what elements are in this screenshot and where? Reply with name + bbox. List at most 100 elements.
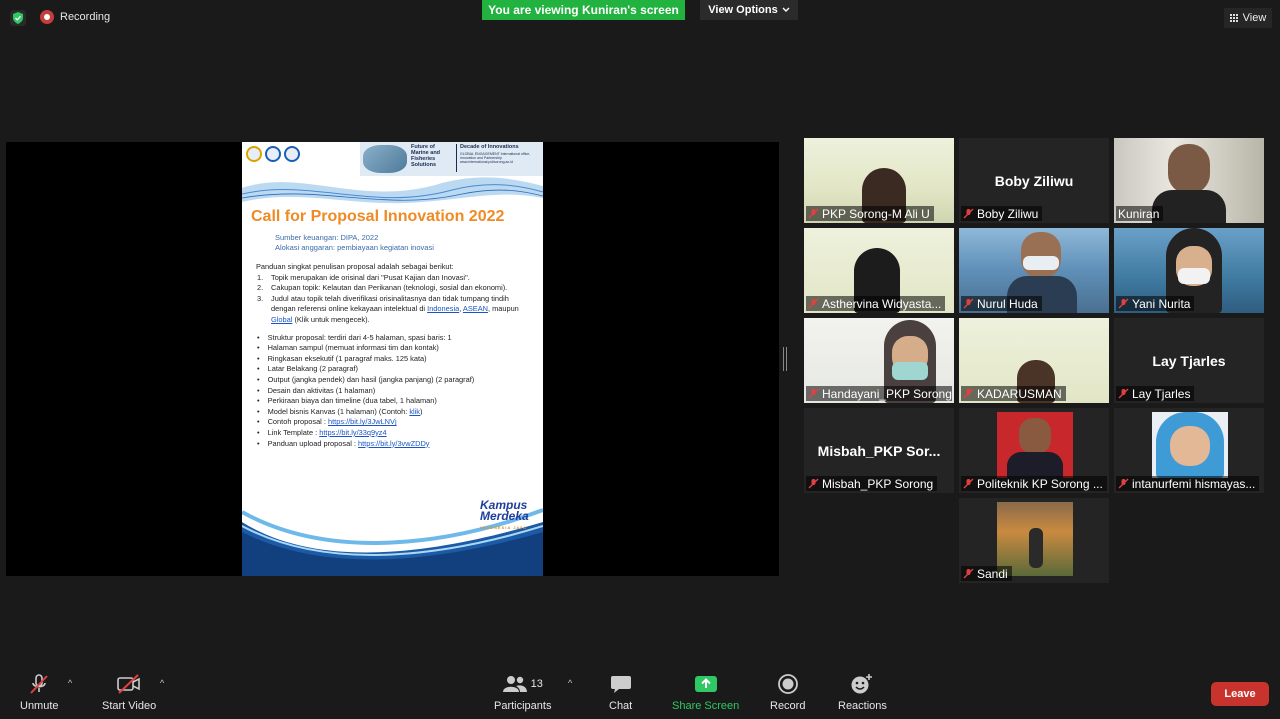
chat-icon xyxy=(610,672,632,696)
mic-muted-icon xyxy=(1118,388,1129,399)
participant-tile[interactable]: Sandi xyxy=(959,498,1109,583)
banner-right-sub: GLOBAL ENGAGEMENT International office, … xyxy=(460,152,531,164)
list-item: Model bisnis Kanvas (1 halaman) (Contoh:… xyxy=(257,407,534,418)
participant-figure xyxy=(1029,528,1043,568)
record-label: Record xyxy=(770,700,806,712)
poster-funding: Sumber keuangan: DIPA, 2022 xyxy=(275,233,379,242)
poster-body: Panduan singkat penulisan proposal adala… xyxy=(256,262,534,449)
view-layout-button[interactable]: View xyxy=(1224,8,1272,28)
proposal-example-link[interactable]: https://bit.ly/3JwLNVj xyxy=(328,417,397,426)
mic-muted-icon xyxy=(963,298,974,309)
poster-bullet-list: Struktur proposal: terdiri dari 4-5 hala… xyxy=(257,333,534,450)
recording-dot-icon xyxy=(40,10,54,24)
participant-name-label: Yani Nurita xyxy=(1116,296,1195,311)
record-button[interactable]: Record xyxy=(770,672,805,712)
recording-label: Recording xyxy=(60,11,111,23)
audio-options-chevron-icon[interactable]: ^ xyxy=(68,678,72,688)
mic-muted-icon xyxy=(1118,298,1129,309)
record-icon xyxy=(777,672,799,696)
share-screen-button[interactable]: Share Screen xyxy=(672,672,739,712)
template-link[interactable]: https://bit.ly/33q9yz4 xyxy=(319,428,386,437)
recording-indicator[interactable]: Recording xyxy=(40,10,110,24)
unmute-button[interactable]: Unmute xyxy=(20,672,59,712)
mic-muted-icon xyxy=(808,208,819,219)
poster-numbered-list: 1. Topik merupakan ide orisinal dari "Pus… xyxy=(256,273,534,326)
mic-muted-icon xyxy=(963,478,974,489)
panel-resize-handle[interactable] xyxy=(783,347,787,371)
video-options-chevron-icon[interactable]: ^ xyxy=(160,678,164,688)
list-item: 1. Topik merupakan ide orisinal dari "Pus… xyxy=(257,272,470,282)
participant-name-label: Sandi xyxy=(961,566,1012,581)
list-item: Desain dan aktivitas (1 halaman) xyxy=(257,386,534,397)
list-item: 3. Judul atau topik telah diverifikasi or… xyxy=(257,293,519,324)
chevron-down-icon xyxy=(782,7,790,12)
security-shield-icon[interactable] xyxy=(10,10,26,26)
list-item: Panduan upload proposal : https://bit.ly… xyxy=(257,439,534,450)
participants-count: 13 xyxy=(530,678,543,690)
indonesia-link[interactable]: Indonesia xyxy=(427,304,459,313)
participant-name-label: Misbah_PKP Sorong xyxy=(806,476,938,491)
mic-muted-icon xyxy=(808,388,819,399)
participant-tile[interactable]: Boby Ziliwu Boby Ziliwu xyxy=(959,138,1109,223)
share-screen-icon xyxy=(694,672,718,696)
shared-screen-area[interactable]: Future of Marine and Fisheries Solutions… xyxy=(6,142,779,576)
banner-left-text: Future of Marine and Fisheries Solutions xyxy=(411,144,441,168)
participant-tile[interactable]: Nurul Huda xyxy=(959,228,1109,313)
participant-name-label: Boby Ziliwu xyxy=(961,206,1043,221)
kanvas-example-link[interactable]: klik xyxy=(409,407,420,416)
reactions-smiley-icon xyxy=(850,672,874,696)
participant-tile[interactable]: Misbah_PKP Sor... Misbah_PKP Sorong xyxy=(804,408,954,493)
chat-button[interactable]: Chat xyxy=(609,672,632,712)
unmute-label: Unmute xyxy=(20,700,59,712)
reactions-button[interactable]: Reactions xyxy=(838,672,887,712)
asean-link[interactable]: ASEAN xyxy=(463,304,488,313)
participant-face xyxy=(1170,426,1210,466)
list-item: Ringkasan eksekutif (1 paragraf maks. 12… xyxy=(257,354,534,365)
list-item: Latar Belakang (2 paragraf) xyxy=(257,364,534,375)
participants-icon: 13 xyxy=(502,672,543,696)
participant-tile[interactable]: Lay Tjarles Lay Tjarles xyxy=(1114,318,1264,403)
poster-subtitle: Sumber keuangan: DIPA, 2022 Alokasi angg… xyxy=(275,233,434,253)
shared-poster: Future of Marine and Fisheries Solutions… xyxy=(242,142,543,576)
zoom-meeting-window: Recording You are viewing Kuniran's scre… xyxy=(0,0,1280,719)
start-video-button[interactable]: Start Video xyxy=(102,672,156,712)
global-link[interactable]: Global xyxy=(271,315,292,324)
participant-name-label: Handayani_PKP Sorong xyxy=(806,386,952,401)
participant-name-label: Kuniran xyxy=(1116,206,1164,221)
participant-name-label: PKP Sorong-M Ali U xyxy=(806,206,934,221)
list-item: Contoh proposal : https://bit.ly/3JwLNVj xyxy=(257,417,534,428)
face-mask xyxy=(1023,256,1059,270)
ministry-logo-icon xyxy=(265,146,281,162)
list-item: Perkiraan biaya dan timeline (dua tabel,… xyxy=(257,396,534,407)
mic-muted-icon xyxy=(963,568,974,579)
view-options-button[interactable]: View Options xyxy=(700,0,798,20)
participant-name-label: Nurul Huda xyxy=(961,296,1042,311)
banner-right-title: Decade of Innovations xyxy=(460,144,519,150)
participant-tile-active-speaker[interactable]: Kuniran xyxy=(1114,138,1264,223)
reactions-label: Reactions xyxy=(838,700,887,712)
face-mask xyxy=(892,362,928,380)
participant-tile[interactable]: KADARUSMAN xyxy=(959,318,1109,403)
mic-muted-icon xyxy=(808,478,819,489)
video-off-icon xyxy=(116,672,142,696)
participants-label: Participants xyxy=(494,700,552,712)
upload-guide-link[interactable]: https://bit.ly/3vwZDDy xyxy=(358,439,429,448)
polytechnic-logo-icon xyxy=(284,146,300,162)
list-item: Output (jangka pendek) dan hasil (jangka… xyxy=(257,375,534,386)
leave-meeting-button[interactable]: Leave xyxy=(1211,682,1269,706)
grid-view-icon xyxy=(1229,14,1238,22)
participant-name-label: intanurfemi hismayas... xyxy=(1116,476,1260,491)
institution-logo-icon xyxy=(246,146,262,162)
mic-muted-icon xyxy=(808,298,819,309)
participants-options-chevron-icon[interactable]: ^ xyxy=(568,678,572,688)
participant-tile[interactable]: PKP Sorong-M Ali U xyxy=(804,138,954,223)
participant-tile[interactable]: Asthervina Widyasta... xyxy=(804,228,954,313)
mic-muted-icon xyxy=(963,388,974,399)
start-video-label: Start Video xyxy=(102,700,157,712)
participant-tile[interactable]: Yani Nurita xyxy=(1114,228,1264,313)
participant-tile[interactable]: Politeknik KP Sorong ... xyxy=(959,408,1109,493)
participant-tile[interactable]: Handayani_PKP Sorong xyxy=(804,318,954,403)
participant-tile[interactable]: intanurfemi hismayas... xyxy=(1114,408,1264,493)
view-options-label: View Options xyxy=(708,4,778,16)
participants-button[interactable]: 13 Participants xyxy=(494,672,551,712)
